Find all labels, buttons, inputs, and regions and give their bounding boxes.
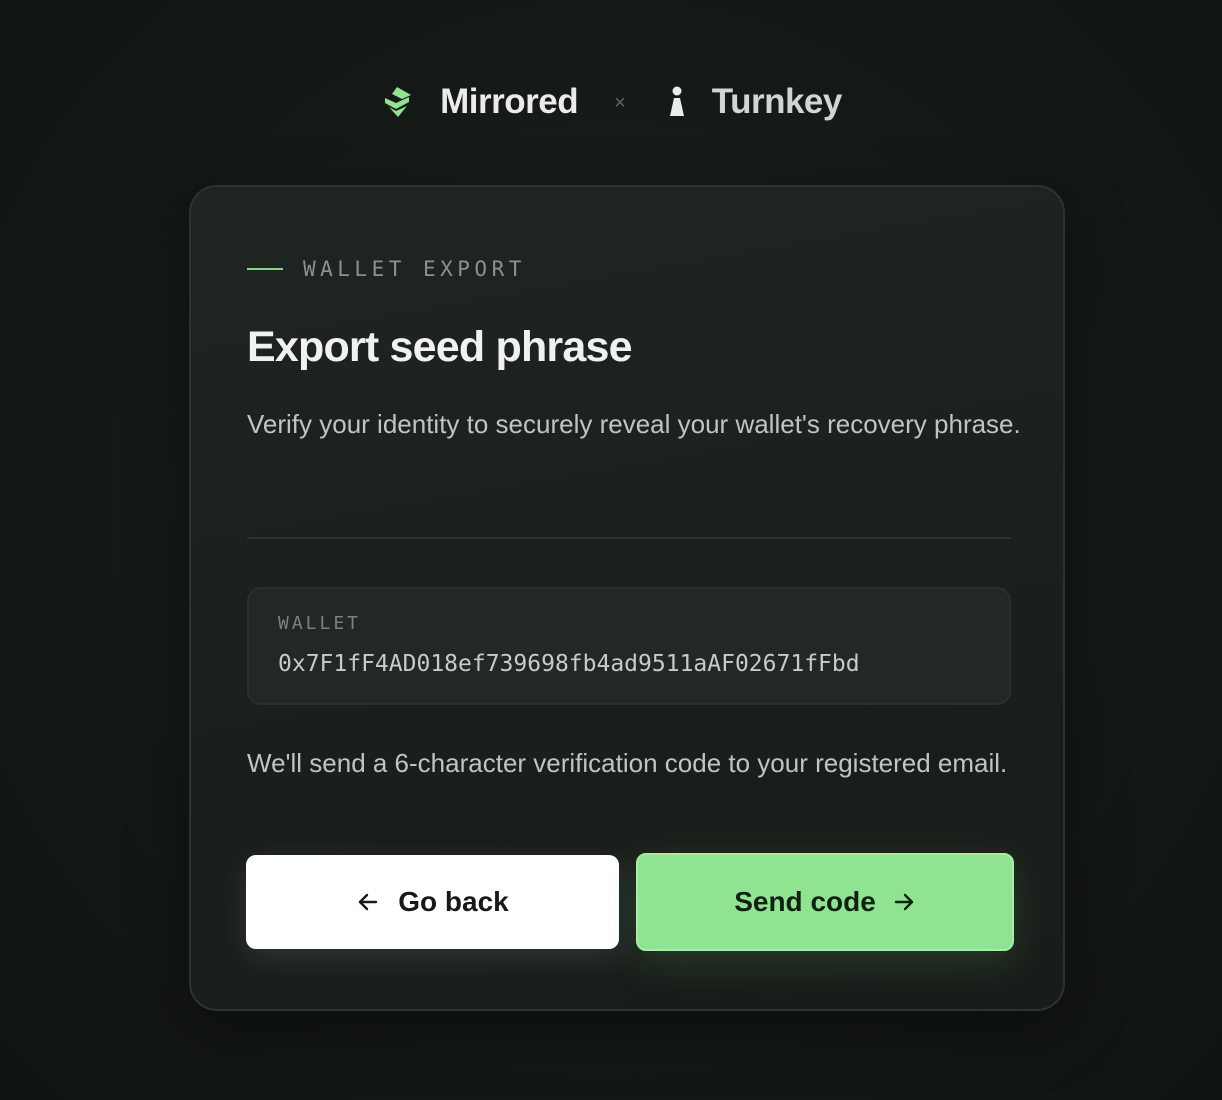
section-eyebrow: WALLET EXPORT — [247, 257, 526, 281]
turnkey-logo-icon — [668, 86, 686, 118]
go-back-button[interactable]: Go back — [246, 855, 619, 949]
mirrored-brand: Mirrored — [380, 82, 579, 122]
eyebrow-label: WALLET EXPORT — [303, 257, 526, 281]
brand-header: Mirrored × Turnkey — [0, 76, 1222, 128]
send-code-label: Send code — [734, 886, 876, 917]
turnkey-brand: Turnkey — [668, 82, 842, 122]
page-title: Export seed phrase — [247, 323, 633, 371]
page-description: Verify your identity to securely reveal … — [247, 409, 1021, 439]
arrow-right-icon — [876, 890, 916, 914]
turnkey-brand-name: Turnkey — [711, 82, 843, 121]
wallet-label: WALLET — [278, 613, 362, 634]
mirrored-brand-name: Mirrored — [440, 82, 579, 121]
export-card: WALLET EXPORT Export seed phrase Verify … — [189, 185, 1065, 1011]
eyebrow-accent-line — [247, 268, 283, 270]
divider — [247, 537, 1011, 539]
brand-separator: × — [614, 91, 626, 114]
send-code-button[interactable]: Send code — [636, 853, 1014, 951]
wallet-info-box: WALLET 0x7F1fF4AD018ef739698fb4ad9511aAF… — [247, 587, 1011, 705]
mirrored-logo-icon — [380, 85, 414, 119]
go-back-label: Go back — [398, 886, 509, 917]
wallet-address: 0x7F1fF4AD018ef739698fb4ad9511aAF02671fF… — [278, 651, 860, 677]
arrow-left-icon — [356, 890, 398, 914]
verification-info-text: We'll send a 6-character verification co… — [247, 748, 1008, 778]
